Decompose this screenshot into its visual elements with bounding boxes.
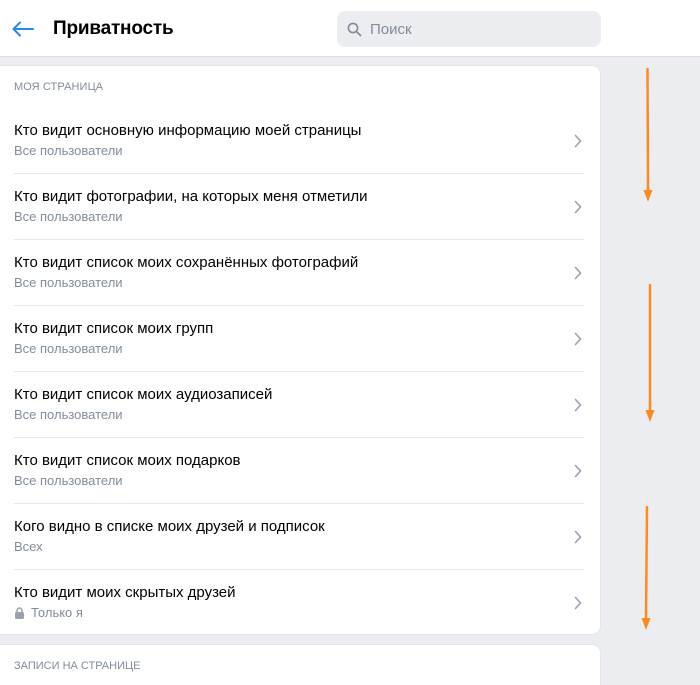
setting-title: Кто видит фотографии, на которых меня от… xyxy=(14,188,368,205)
setting-title: Кого видно в списке моих друзей и подпис… xyxy=(14,518,325,535)
privacy-settings-list: Кто видит основную информацию моей стран… xyxy=(0,108,600,636)
setting-value: Все пользователи xyxy=(14,407,123,422)
chevron-right-icon xyxy=(574,332,582,346)
chevron-right-icon xyxy=(574,134,582,148)
setting-row[interactable]: Кто видит основную информацию моей стран… xyxy=(0,108,600,174)
setting-value: Все пользователи xyxy=(14,209,123,224)
setting-value: Все пользователи xyxy=(14,341,123,356)
search-box[interactable] xyxy=(337,11,601,47)
setting-value: Все пользователи xyxy=(14,473,123,488)
setting-value: Все пользователи xyxy=(14,143,123,158)
chevron-right-icon xyxy=(574,200,582,214)
back-button[interactable] xyxy=(10,17,36,41)
section-title: Моя страница xyxy=(14,81,104,93)
lock-icon xyxy=(15,607,24,619)
setting-row[interactable]: Кто видит список моих сохранённых фотогр… xyxy=(0,240,600,306)
setting-value: Все пользователи xyxy=(14,275,123,290)
section-title-wall-posts: Записи на странице xyxy=(14,660,141,672)
chevron-right-icon xyxy=(574,596,582,610)
top-bar: Приватность xyxy=(0,0,700,57)
arrow-left-icon xyxy=(12,21,34,37)
setting-title: Кто видит список моих аудиозаписей xyxy=(14,386,273,403)
search-input[interactable] xyxy=(370,11,590,47)
setting-title: Кто видит список моих подарков xyxy=(14,452,241,469)
setting-value: Всех xyxy=(14,539,43,554)
setting-row[interactable]: Кто видит список моих аудиозаписей Все п… xyxy=(0,372,600,438)
setting-title: Кто видит список моих сохранённых фотогр… xyxy=(14,254,359,271)
page-title: Приватность xyxy=(53,18,174,39)
setting-title: Кто видит моих скрытых друзей xyxy=(14,584,236,601)
setting-row[interactable]: Кого видно в списке моих друзей и подпис… xyxy=(0,504,600,570)
scroll-down-arrow-annotation xyxy=(645,284,655,422)
setting-value: Только я xyxy=(31,605,83,620)
setting-row[interactable]: Кто видит список моих групп Все пользова… xyxy=(0,306,600,372)
search-icon xyxy=(347,22,362,37)
setting-row[interactable]: Кто видит моих скрытых друзей Только я xyxy=(0,570,600,636)
chevron-right-icon xyxy=(574,266,582,280)
chevron-right-icon xyxy=(574,530,582,544)
setting-row[interactable]: Кто видит фотографии, на которых меня от… xyxy=(0,174,600,240)
scroll-down-arrow-annotation xyxy=(643,68,653,202)
setting-row[interactable]: Кто видит список моих подарков Все польз… xyxy=(0,438,600,504)
chevron-right-icon xyxy=(574,398,582,412)
setting-title: Кто видит основную информацию моей стран… xyxy=(14,122,362,139)
chevron-right-icon xyxy=(574,464,582,478)
setting-title: Кто видит список моих групп xyxy=(14,320,214,337)
scroll-down-arrow-annotation xyxy=(641,506,651,630)
